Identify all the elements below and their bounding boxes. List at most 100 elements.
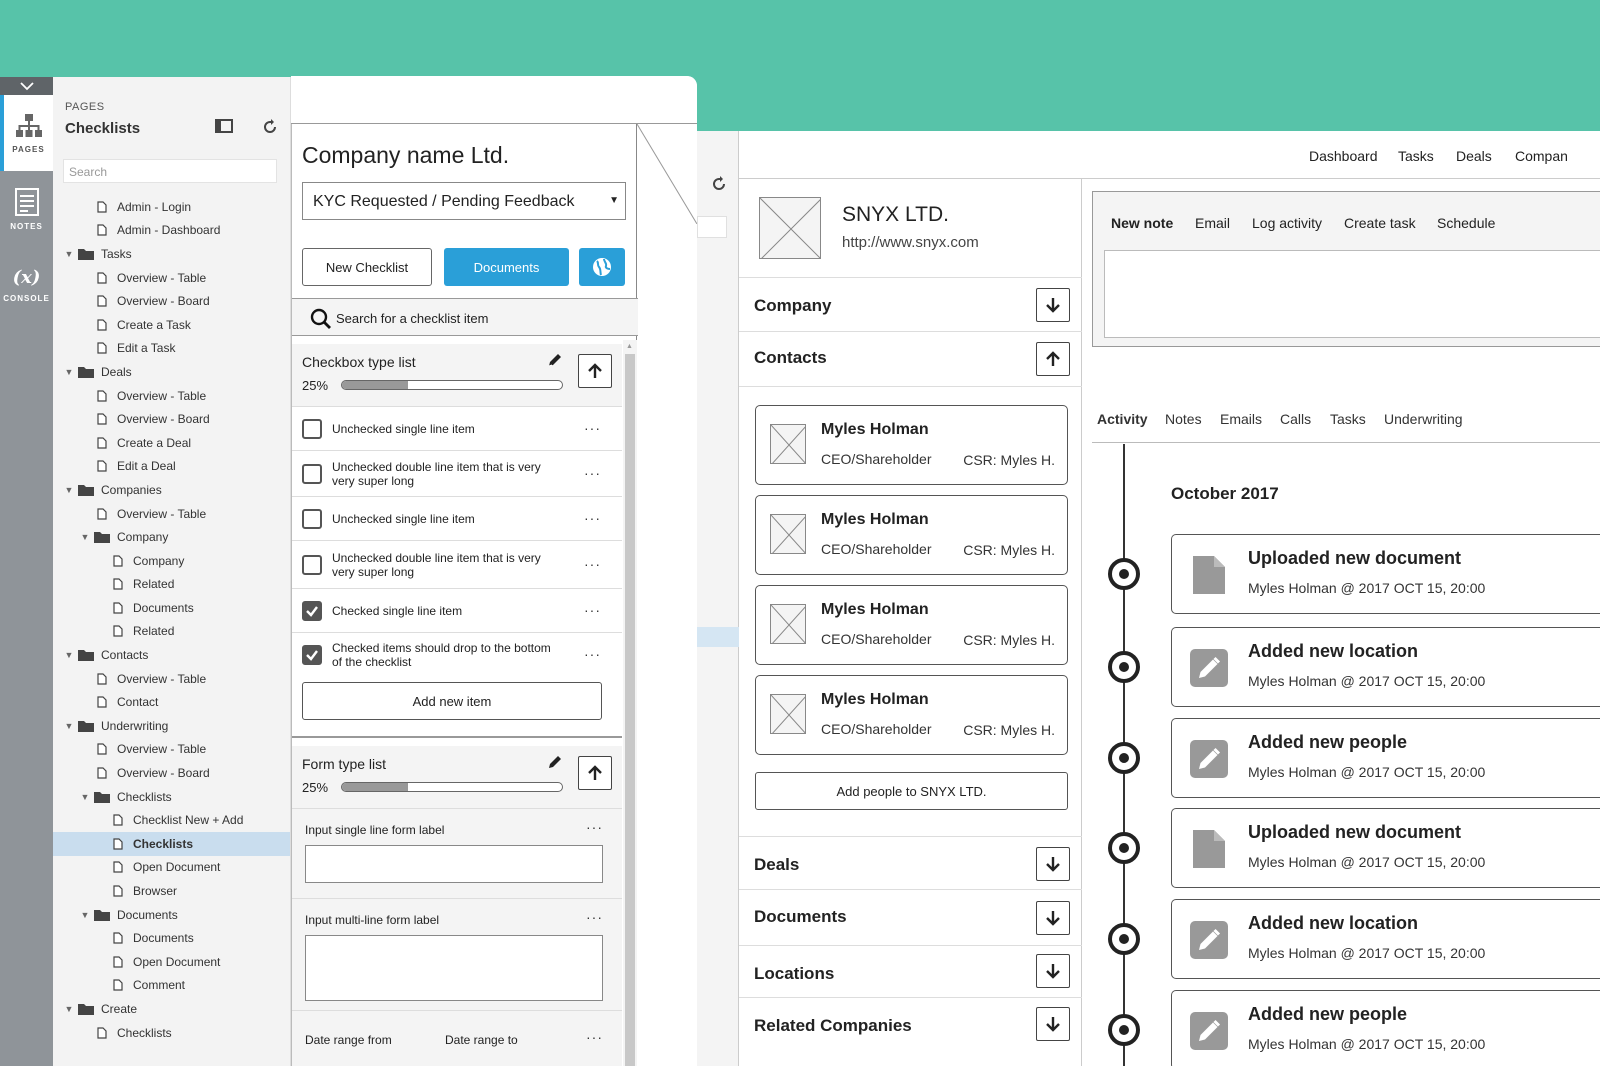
note-tab-email[interactable]: Email bbox=[1195, 215, 1230, 231]
tree-page[interactable]: Related bbox=[53, 620, 290, 644]
tree-page[interactable]: Contact bbox=[53, 690, 290, 714]
section-documents[interactable]: Documents bbox=[739, 889, 1082, 945]
tree-folder[interactable]: ▼ Tasks bbox=[53, 242, 290, 266]
expand-related-button[interactable] bbox=[1036, 1007, 1070, 1041]
tree-folder[interactable]: ▼ Companies bbox=[53, 478, 290, 502]
tree-folder[interactable]: ▼ Checklists bbox=[53, 785, 290, 809]
expand-documents-button[interactable] bbox=[1036, 901, 1070, 935]
checkbox-unchecked[interactable] bbox=[302, 464, 322, 484]
rail-pages-button[interactable]: PAGES bbox=[0, 95, 53, 171]
tree-page[interactable]: Checklists bbox=[53, 1021, 290, 1045]
tree-folder[interactable]: ▼ Documents bbox=[53, 903, 290, 927]
tab-activity[interactable]: Activity bbox=[1097, 411, 1148, 427]
tree-page[interactable]: Overview - Board bbox=[53, 761, 290, 785]
tab-emails[interactable]: Emails bbox=[1220, 411, 1262, 427]
checkbox-unchecked[interactable] bbox=[302, 509, 322, 529]
company-url[interactable]: http://www.snyx.com bbox=[842, 234, 979, 251]
pencil-icon[interactable] bbox=[547, 754, 563, 770]
tab-notes[interactable]: Notes bbox=[1165, 411, 1202, 427]
add-people-button[interactable]: Add people to SNYX LTD. bbox=[755, 772, 1068, 810]
tree-page[interactable]: Overview - Table bbox=[53, 667, 290, 691]
status-select[interactable]: KYC Requested / Pending Feedback ▼ bbox=[302, 182, 626, 220]
tab-underwriting[interactable]: Underwriting bbox=[1384, 411, 1463, 427]
nav-dashboard[interactable]: Dashboard bbox=[1309, 148, 1378, 164]
expand-deals-button[interactable] bbox=[1036, 847, 1070, 881]
more-icon[interactable]: ··· bbox=[584, 602, 601, 618]
section-related-companies[interactable]: Related Companies bbox=[739, 997, 1082, 1066]
checklist-search[interactable]: Search for a checklist item bbox=[292, 298, 638, 336]
checkbox-checked[interactable] bbox=[302, 645, 322, 665]
section-locations[interactable]: Locations bbox=[739, 945, 1082, 997]
nav-tasks[interactable]: Tasks bbox=[1398, 148, 1434, 164]
tree-page[interactable]: Checklist New + Add bbox=[53, 808, 290, 832]
tree-folder[interactable]: ▼ Create bbox=[53, 997, 290, 1021]
tree-page[interactable]: Overview - Board bbox=[53, 407, 290, 431]
note-tab-new-note[interactable]: New note bbox=[1111, 215, 1173, 231]
timeline-event[interactable]: Added new people Myles Holman @ 2017 OCT … bbox=[1171, 990, 1600, 1066]
tree-page[interactable]: Admin - Login bbox=[53, 195, 290, 219]
expand-locations-button[interactable] bbox=[1036, 954, 1070, 988]
tree-page[interactable]: Open Document bbox=[53, 856, 290, 880]
tree-folder[interactable]: ▼ Underwriting bbox=[53, 714, 290, 738]
new-checklist-button[interactable]: New Checklist bbox=[302, 248, 432, 286]
tree-folder[interactable]: ▼ Company bbox=[53, 525, 290, 549]
collapse-contacts-button[interactable] bbox=[1036, 342, 1070, 376]
caret-down-icon[interactable]: ▼ bbox=[79, 532, 91, 542]
timeline-event[interactable]: Uploaded new document Myles Holman @ 2017… bbox=[1171, 808, 1600, 888]
caret-down-icon[interactable]: ▼ bbox=[79, 792, 91, 802]
tree-page[interactable]: Overview - Table bbox=[53, 502, 290, 526]
timeline-event[interactable]: Uploaded new document Myles Holman @ 2017… bbox=[1171, 534, 1600, 614]
single-line-input[interactable] bbox=[305, 845, 603, 883]
tree-folder[interactable]: ▼ Contacts bbox=[53, 643, 290, 667]
multi-line-textarea[interactable] bbox=[305, 935, 603, 1001]
timeline-event[interactable]: Added new people Myles Holman @ 2017 OCT … bbox=[1171, 718, 1600, 798]
more-icon[interactable]: ··· bbox=[584, 420, 601, 436]
tree-page[interactable]: Overview - Table bbox=[53, 384, 290, 408]
tree-page[interactable]: Overview - Board bbox=[53, 289, 290, 313]
section-deals[interactable]: Deals bbox=[739, 836, 1082, 889]
tree-page[interactable]: Open Document bbox=[53, 950, 290, 974]
note-tab-log-activity[interactable]: Log activity bbox=[1252, 215, 1322, 231]
timeline-event[interactable]: Added new location Myles Holman @ 2017 OC… bbox=[1171, 899, 1600, 979]
tree-page[interactable]: Overview - Table bbox=[53, 738, 290, 762]
collapse-toggle[interactable] bbox=[0, 77, 53, 95]
tree-page[interactable]: Documents bbox=[53, 596, 290, 620]
note-tab-create-task[interactable]: Create task bbox=[1344, 215, 1416, 231]
rail-console-button[interactable]: (x) CONSOLE bbox=[0, 247, 53, 323]
contact-card[interactable]: Myles Holman CEO/Shareholder CSR: Myles H. bbox=[755, 495, 1068, 575]
tree-page[interactable]: Documents bbox=[53, 926, 290, 950]
checkbox-checked[interactable] bbox=[302, 601, 322, 621]
layout-icon[interactable] bbox=[215, 119, 233, 133]
more-icon[interactable]: ··· bbox=[586, 1029, 603, 1045]
tree-page[interactable]: Create a Deal bbox=[53, 431, 290, 455]
more-icon[interactable]: ··· bbox=[584, 556, 601, 572]
tree-page[interactable]: Related bbox=[53, 573, 290, 597]
more-icon[interactable]: ··· bbox=[584, 646, 601, 662]
strip-input[interactable] bbox=[697, 216, 727, 238]
scrollbar-thumb[interactable] bbox=[625, 354, 635, 1066]
more-icon[interactable]: ··· bbox=[584, 510, 601, 526]
globe-button[interactable] bbox=[579, 248, 625, 286]
nav-companies[interactable]: Compan bbox=[1515, 148, 1568, 164]
contact-card[interactable]: Myles Holman CEO/Shareholder CSR: Myles H. bbox=[755, 405, 1068, 485]
refresh-icon[interactable] bbox=[262, 119, 278, 135]
section-contacts[interactable]: Contacts bbox=[739, 331, 1082, 387]
tab-tasks[interactable]: Tasks bbox=[1330, 411, 1366, 427]
tree-page[interactable]: Comment bbox=[53, 974, 290, 998]
nav-deals[interactable]: Deals bbox=[1456, 148, 1492, 164]
section-company[interactable]: Company bbox=[739, 277, 1082, 331]
tree-page[interactable]: Edit a Deal bbox=[53, 455, 290, 479]
note-textarea[interactable] bbox=[1104, 250, 1600, 338]
caret-down-icon[interactable]: ▼ bbox=[63, 249, 75, 259]
expand-company-button[interactable] bbox=[1036, 288, 1070, 322]
more-icon[interactable]: ··· bbox=[586, 819, 603, 835]
tree-page[interactable]: Overview - Table bbox=[53, 266, 290, 290]
timeline-event[interactable]: Added new location Myles Holman @ 2017 OC… bbox=[1171, 627, 1600, 707]
caret-down-icon[interactable]: ▼ bbox=[63, 721, 75, 731]
tab-calls[interactable]: Calls bbox=[1280, 411, 1311, 427]
contact-card[interactable]: Myles Holman CEO/Shareholder CSR: Myles H. bbox=[755, 585, 1068, 665]
pencil-icon[interactable] bbox=[547, 352, 563, 368]
tree-page[interactable]: Create a Task bbox=[53, 313, 290, 337]
caret-down-icon[interactable]: ▼ bbox=[63, 650, 75, 660]
tree-folder[interactable]: ▼ Deals bbox=[53, 360, 290, 384]
